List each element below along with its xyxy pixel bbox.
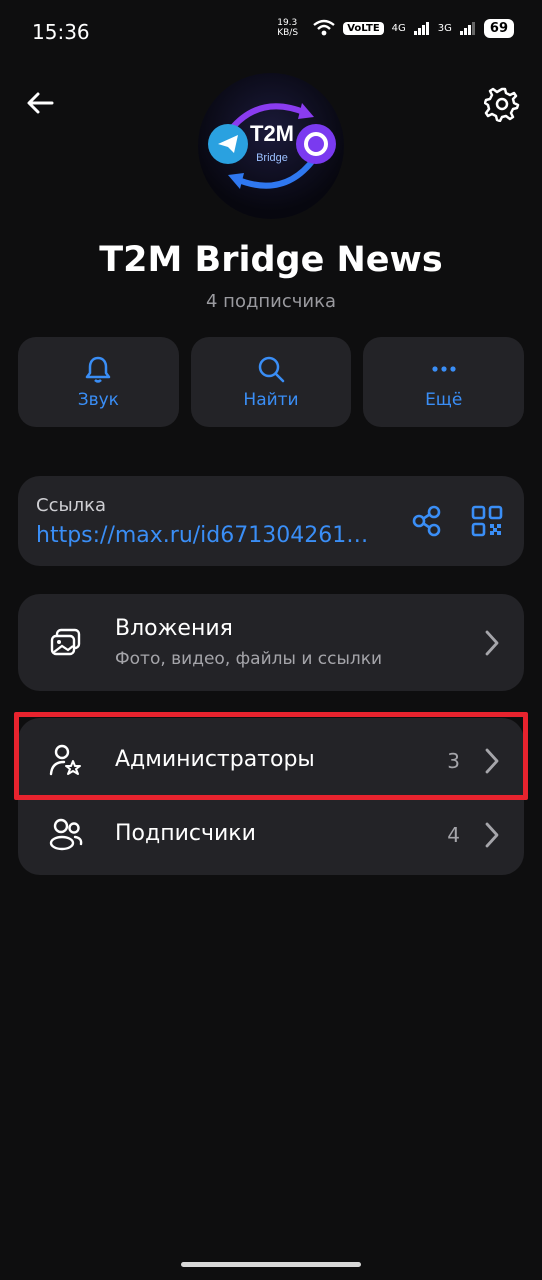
link-label: Ссылка <box>36 495 107 516</box>
signal-icon-2 <box>459 22 475 35</box>
highlight-box <box>14 712 528 800</box>
share-icon[interactable] <box>410 504 444 538</box>
sound-button[interactable]: Звук <box>18 337 179 427</box>
arrow-left-icon <box>27 92 54 114</box>
channel-avatar[interactable]: T2M Bridge <box>198 73 344 219</box>
search-icon <box>258 356 285 383</box>
attachments-row[interactable]: Вложения Фото, видео, файлы и ссылки <box>18 594 524 691</box>
subscriber-count: 4 подписчика <box>206 291 336 312</box>
avatar-text: T2M <box>250 121 294 146</box>
chevron-right-icon <box>485 822 499 848</box>
attachments-title: Вложения <box>115 616 233 641</box>
users-icon <box>49 818 83 851</box>
sound-label: Звук <box>77 390 119 410</box>
search-button[interactable]: Найти <box>190 337 352 427</box>
subscribers-row[interactable]: Подписчики 4 <box>18 800 524 875</box>
avatar-subtext: Bridge <box>256 152 288 164</box>
action-buttons: Звук Найти Ещё <box>18 337 525 427</box>
wifi-icon <box>313 19 335 36</box>
gear-icon <box>483 87 520 123</box>
more-button[interactable]: Ещё <box>363 337 525 427</box>
gallery-icon <box>50 628 81 656</box>
status-time: 15:36 <box>32 20 90 44</box>
channel-title: T2M Bridge News <box>99 240 443 280</box>
volte-badge: VoLTE <box>343 21 384 35</box>
status-icons: 19.3 KB/S VoLTE 4G 3G 69 <box>277 18 514 38</box>
bell-icon <box>86 356 111 383</box>
link-url[interactable]: https://max.ru/id6713042618... <box>36 523 376 548</box>
channel-logo-icon: T2M Bridge <box>208 103 336 189</box>
more-label: Ещё <box>425 390 463 410</box>
net-speed: 19.3 KB/S <box>277 18 299 38</box>
home-indicator[interactable] <box>181 1262 361 1267</box>
subscribers-label: Подписчики <box>115 821 256 846</box>
network-3g: 3G <box>437 22 452 34</box>
link-card[interactable]: Ссылка https://max.ru/id6713042618... <box>18 476 524 566</box>
search-label: Найти <box>243 390 299 410</box>
qr-code-icon[interactable] <box>470 504 504 538</box>
status-bar: 15:36 19.3 KB/S VoLTE 4G 3G 69 <box>0 0 542 64</box>
more-dots-icon <box>432 366 456 372</box>
back-button[interactable] <box>22 86 58 122</box>
chevron-right-icon <box>485 630 499 656</box>
signal-icon <box>413 22 429 35</box>
settings-button[interactable] <box>483 86 520 123</box>
battery-indicator: 69 <box>483 18 514 38</box>
network-4g: 4G <box>391 22 406 34</box>
subscribers-count: 4 <box>447 823 460 847</box>
attachments-subtitle: Фото, видео, файлы и ссылки <box>115 649 383 669</box>
